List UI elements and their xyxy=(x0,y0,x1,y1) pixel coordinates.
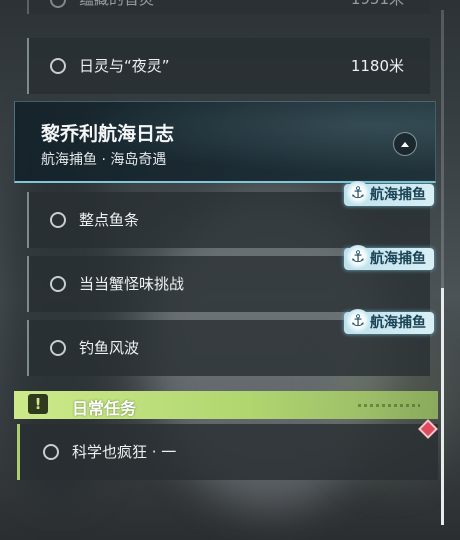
daily-quests-title: 日常任务 xyxy=(72,399,137,418)
quest-item[interactable]: 蕴藏的音灵 1951米 xyxy=(27,0,430,14)
quest-label: 钓鱼风波 xyxy=(79,339,140,357)
quest-item[interactable]: 日灵与“夜灵” 1180米 xyxy=(27,38,430,94)
quest-group-title: 黎乔利航海日志 xyxy=(41,123,175,145)
chevron-up-icon xyxy=(401,141,409,147)
daily-quests-header[interactable]: ! 日常任务 xyxy=(14,391,438,419)
quest-label: 当当蟹怪味挑战 xyxy=(79,275,185,293)
circle-icon xyxy=(50,276,66,292)
decorative-marks xyxy=(358,404,420,407)
badge-label: 航海捕鱼 xyxy=(370,187,426,203)
quest-label: 蕴藏的音灵 xyxy=(79,0,154,9)
quest-distance: 1951米 xyxy=(351,0,404,9)
quest-label: 日灵与“夜灵” xyxy=(79,57,170,75)
exclamation-icon: ! xyxy=(28,394,48,414)
quest-distance: 1180米 xyxy=(350,57,404,75)
category-badge: ⚓ 航海捕鱼 xyxy=(344,309,434,334)
daily-quest-item[interactable]: 科学也疯狂 · 一 xyxy=(17,419,438,480)
category-badge: ⚓ 航海捕鱼 xyxy=(344,245,434,270)
scrollbar-thumb[interactable] xyxy=(441,288,444,525)
circle-icon xyxy=(50,340,66,356)
anchor-icon: ⚓ xyxy=(346,181,370,205)
anchor-icon: ⚓ xyxy=(346,245,370,269)
circle-icon xyxy=(43,444,59,460)
quest-label: 整点鱼条 xyxy=(79,211,140,229)
badge-label: 航海捕鱼 xyxy=(370,315,426,331)
anchor-icon: ⚓ xyxy=(346,309,370,333)
quest-group-subtitle: 航海捕鱼 · 海岛奇遇 xyxy=(41,152,167,168)
circle-icon xyxy=(50,212,66,228)
circle-icon xyxy=(50,58,66,74)
quest-label: 科学也疯狂 · 一 xyxy=(72,443,177,461)
collapse-button[interactable] xyxy=(393,132,417,156)
category-badge: ⚓ 航海捕鱼 xyxy=(344,181,434,206)
badge-label: 航海捕鱼 xyxy=(370,251,426,267)
circle-icon xyxy=(50,0,66,8)
quest-group-header[interactable]: 黎乔利航海日志 航海捕鱼 · 海岛奇遇 xyxy=(14,101,436,183)
